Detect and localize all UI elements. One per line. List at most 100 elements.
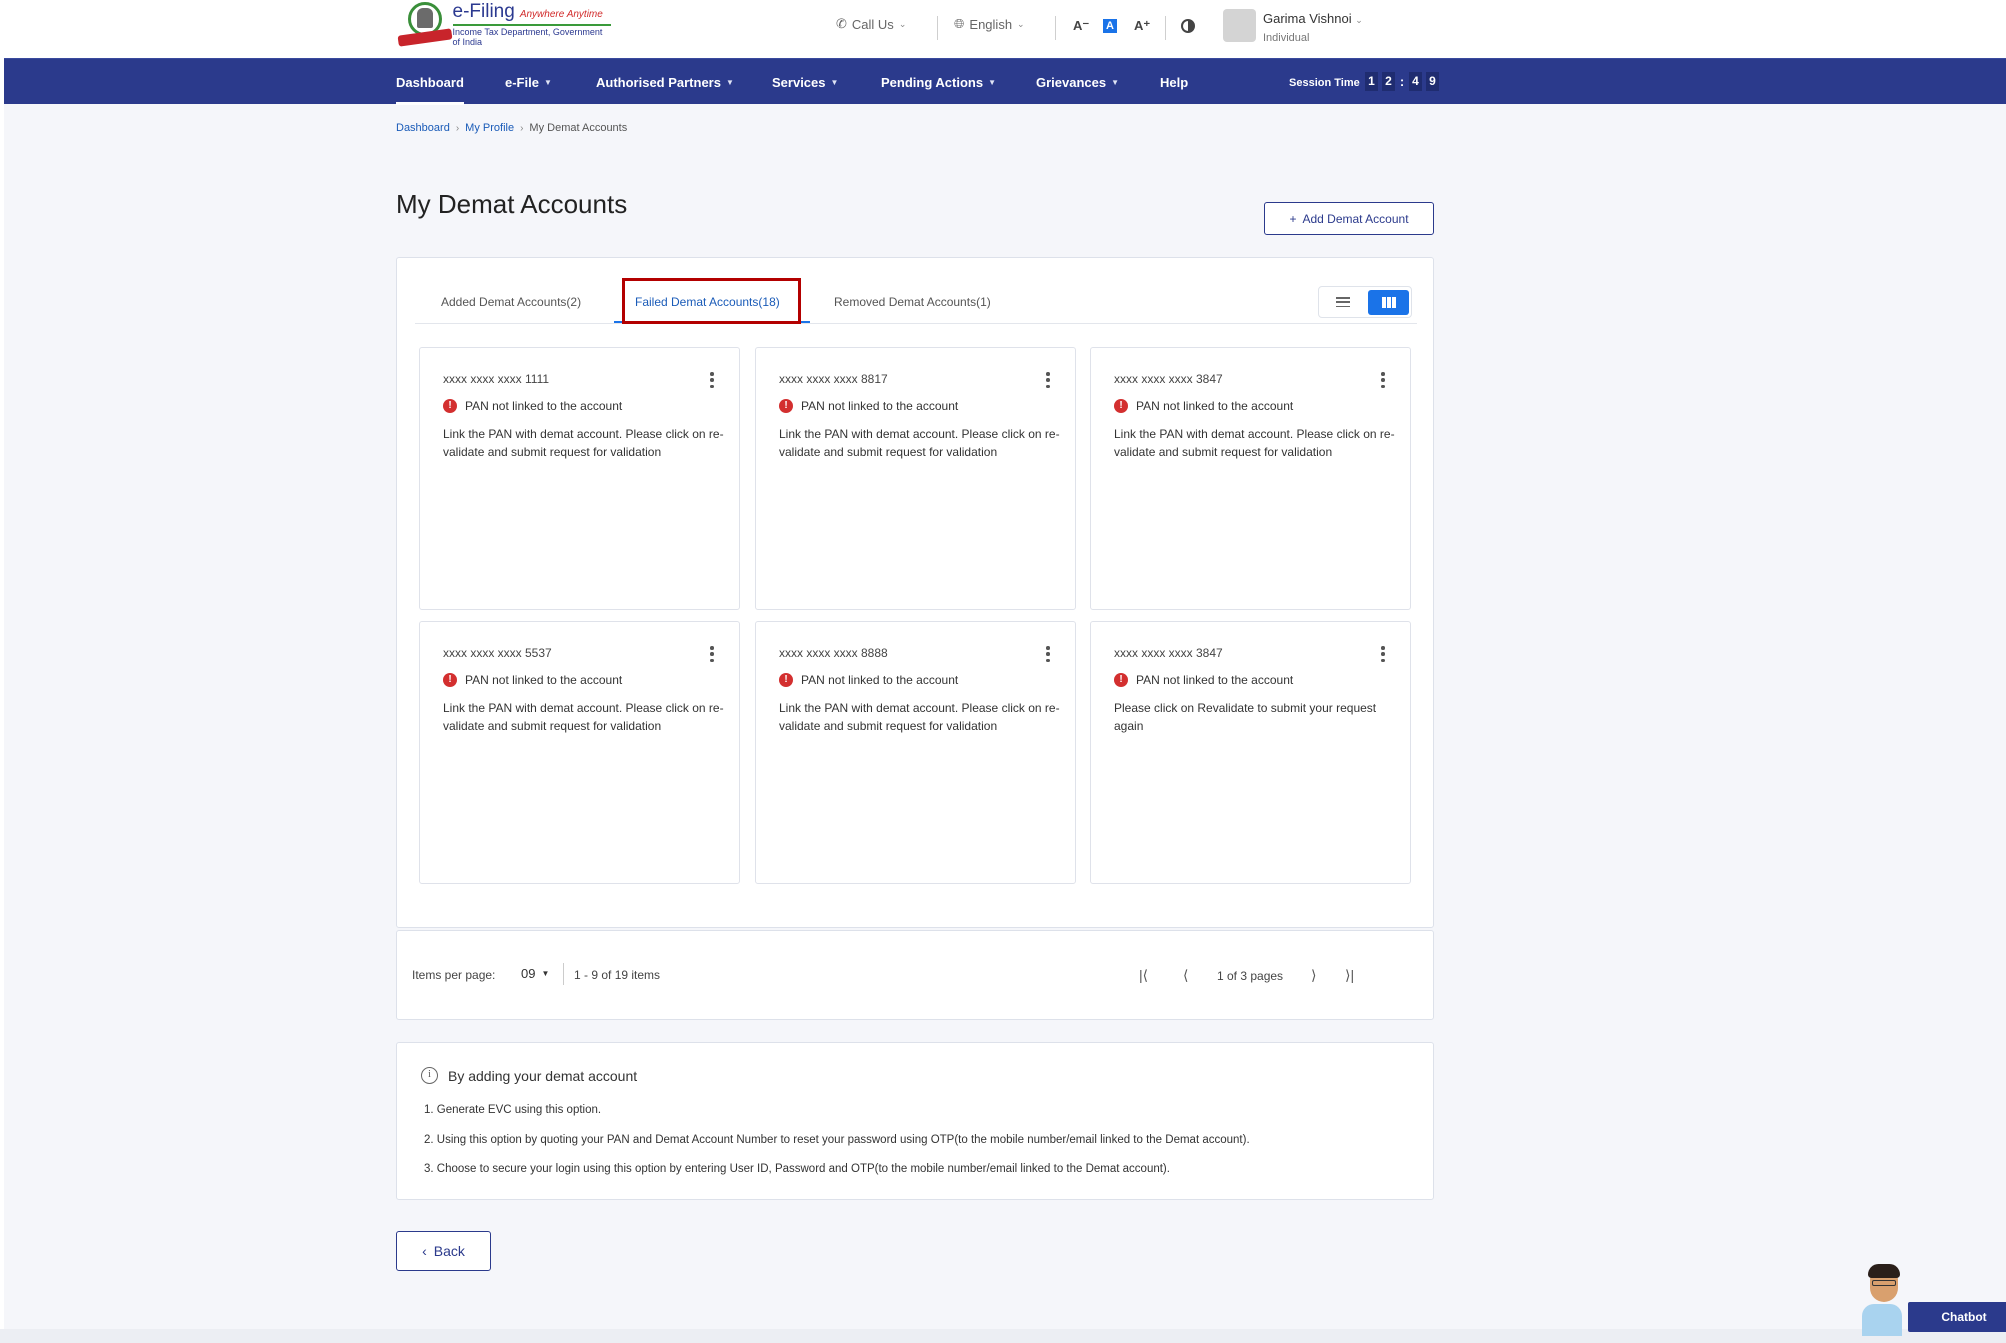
language-dropdown[interactable]: 🌐︎ English ⌄ xyxy=(954,16,1025,32)
error-icon: ! xyxy=(1114,673,1128,687)
demat-account-card[interactable]: xxxx xxxx xxxx 8817! PAN not linked to th… xyxy=(755,347,1076,610)
font-increase-button[interactable]: A⁺ xyxy=(1134,18,1150,34)
nav-label: Dashboard xyxy=(396,75,464,90)
contrast-icon[interactable] xyxy=(1181,19,1195,33)
nav-active-indicator xyxy=(396,102,464,105)
info-line: 2. Using this option by quoting your PAN… xyxy=(424,1134,1250,1146)
status-text: PAN not linked to the account xyxy=(801,673,959,687)
tab-removed-demat-accounts[interactable]: Removed Demat Accounts(1) xyxy=(834,295,991,309)
session-digit: 9 xyxy=(1426,72,1439,91)
divider xyxy=(563,963,564,985)
demat-account-card[interactable]: xxxx xxxx xxxx 5537! PAN not linked to th… xyxy=(419,621,740,884)
kebab-menu-icon[interactable] xyxy=(1380,646,1386,662)
items-per-page-value: 09 xyxy=(521,966,536,981)
nav-services[interactable]: Services ▼ xyxy=(772,75,838,90)
prev-page-icon[interactable]: ⟨ xyxy=(1183,967,1188,984)
error-icon: ! xyxy=(779,399,793,413)
plus-icon: + xyxy=(1289,211,1297,226)
grid-view-button[interactable] xyxy=(1368,290,1409,315)
nav-label: Authorised Partners xyxy=(596,75,721,90)
chatbot-avatar-glasses xyxy=(1872,1280,1896,1286)
nav-help[interactable]: Help xyxy=(1160,75,1188,90)
chatbot-avatar-hair xyxy=(1868,1264,1900,1278)
add-demat-account-button[interactable]: + Add Demat Account xyxy=(1264,202,1434,235)
call-us-dropdown[interactable]: ✆ Call Us ⌄ xyxy=(836,16,906,32)
breadcrumb: Dashboard › My Profile › My Demat Accoun… xyxy=(396,122,627,134)
session-timer: 1 2 : 4 9 xyxy=(1365,72,1439,91)
demat-account-card[interactable]: xxxx xxxx xxxx 1111 ! PAN not linked to th… xyxy=(419,347,740,610)
back-button[interactable]: ‹ Back xyxy=(396,1231,491,1271)
page-indicator: 1 of 3 pages xyxy=(1217,969,1284,983)
add-demat-account-label: Add Demat Account xyxy=(1302,211,1409,226)
account-number: xxxx xxxx xxxx 1111 xyxy=(443,372,550,386)
items-per-page-select[interactable]: 09 ▼ xyxy=(521,966,549,981)
next-page-icon[interactable]: ⟩ xyxy=(1311,967,1316,984)
divider xyxy=(1165,16,1166,40)
logo-subtitle: Income Tax Department, Government of Ind… xyxy=(452,27,603,47)
session-digit: 4 xyxy=(1409,72,1422,91)
nav-dashboard[interactable]: Dashboard xyxy=(396,75,464,90)
first-page-icon[interactable]: |⟨ xyxy=(1139,967,1148,984)
kebab-menu-icon[interactable] xyxy=(1380,372,1386,388)
back-label: Back xyxy=(433,1243,465,1259)
info-line: 1. Generate EVC using this option. xyxy=(424,1104,602,1116)
nav-label: Services xyxy=(772,75,826,90)
demat-account-card[interactable]: xxxx xxxx xxxx 3847! PAN not linked to th… xyxy=(1090,347,1411,610)
kebab-menu-icon[interactable] xyxy=(1045,646,1051,662)
error-icon: ! xyxy=(1114,399,1128,413)
chevron-down-icon: ▼ xyxy=(1111,78,1120,87)
card-status: ! PAN not linked to the account xyxy=(1114,399,1293,413)
kebab-menu-icon[interactable] xyxy=(709,646,715,662)
card-status: ! PAN not linked to the account xyxy=(779,399,958,413)
breadcrumb-separator-icon: › xyxy=(455,122,460,134)
nav-authorised-partners[interactable]: Authorised Partners ▼ xyxy=(596,75,734,90)
demat-account-card[interactable]: xxxx xxxx xxxx 3847! PAN not linked to th… xyxy=(1090,621,1411,884)
breadcrumb-dashboard[interactable]: Dashboard xyxy=(396,122,450,134)
card-status: ! PAN not linked to the account xyxy=(443,399,622,413)
avatar[interactable] xyxy=(1223,9,1256,42)
kebab-menu-icon[interactable] xyxy=(709,372,715,388)
last-page-icon[interactable]: ⟩| xyxy=(1345,967,1354,984)
breadcrumb-current: My Demat Accounts xyxy=(529,122,628,134)
call-us-label: Call Us xyxy=(851,16,894,32)
view-toggle xyxy=(1318,286,1412,318)
card-description: Link the PAN with demat account. Please … xyxy=(1114,427,1395,459)
nav-efile[interactable]: e-File ▼ xyxy=(505,75,552,90)
chatbot-label: Chatbot xyxy=(1908,1302,2006,1332)
session-colon: : xyxy=(1399,74,1405,89)
session-time-label: Session Time xyxy=(1289,77,1360,89)
kebab-menu-icon[interactable] xyxy=(1045,372,1051,388)
demat-account-card[interactable]: xxxx xxxx xxxx 8888! PAN not linked to th… xyxy=(755,621,1076,884)
account-number: xxxx xxxx xxxx 3847 xyxy=(1114,646,1223,660)
items-range: 1 - 9 of 19 items xyxy=(574,968,661,982)
chevron-down-icon: ▼ xyxy=(830,78,839,87)
status-text: PAN not linked to the account xyxy=(465,673,623,687)
tab-divider xyxy=(415,323,1417,324)
error-icon: ! xyxy=(779,673,793,687)
bottom-strip xyxy=(0,1329,2006,1343)
divider xyxy=(1055,16,1056,40)
breadcrumb-my-profile[interactable]: My Profile xyxy=(465,122,514,134)
card-status: ! PAN not linked to the account xyxy=(443,673,622,687)
card-description: Please click on Revalidate to submit you… xyxy=(1114,701,1377,733)
chatbot-avatar-body xyxy=(1862,1304,1902,1336)
list-view-button[interactable] xyxy=(1323,290,1363,314)
list-icon xyxy=(1336,297,1350,307)
user-menu[interactable]: Garima Vishnoi ⌄ xyxy=(1263,11,1363,26)
user-role: Individual xyxy=(1263,32,1310,44)
card-description: Link the PAN with demat account. Please … xyxy=(443,701,724,733)
session-digit: 1 xyxy=(1365,72,1378,91)
nav-label: Pending Actions xyxy=(881,75,984,90)
status-text: PAN not linked to the account xyxy=(465,399,623,413)
chatbot-button[interactable]: Chatbot xyxy=(1858,1258,2006,1336)
session-digit: 2 xyxy=(1382,72,1395,91)
font-decrease-button[interactable]: A⁻ xyxy=(1073,18,1089,34)
status-text: PAN not linked to the account xyxy=(1136,399,1294,413)
chevron-down-icon: ⌄ xyxy=(898,18,907,29)
nav-grievances[interactable]: Grievances ▼ xyxy=(1036,75,1119,90)
nav-pending-actions[interactable]: Pending Actions ▼ xyxy=(881,75,996,90)
font-default-button[interactable]: A xyxy=(1103,19,1117,33)
tab-added-demat-accounts[interactable]: Added Demat Accounts(2) xyxy=(441,295,581,309)
user-name: Garima Vishnoi xyxy=(1263,11,1352,26)
efiling-logo[interactable]: e-Filing Anywhere Anytime Income Tax Dep… xyxy=(396,1,611,47)
